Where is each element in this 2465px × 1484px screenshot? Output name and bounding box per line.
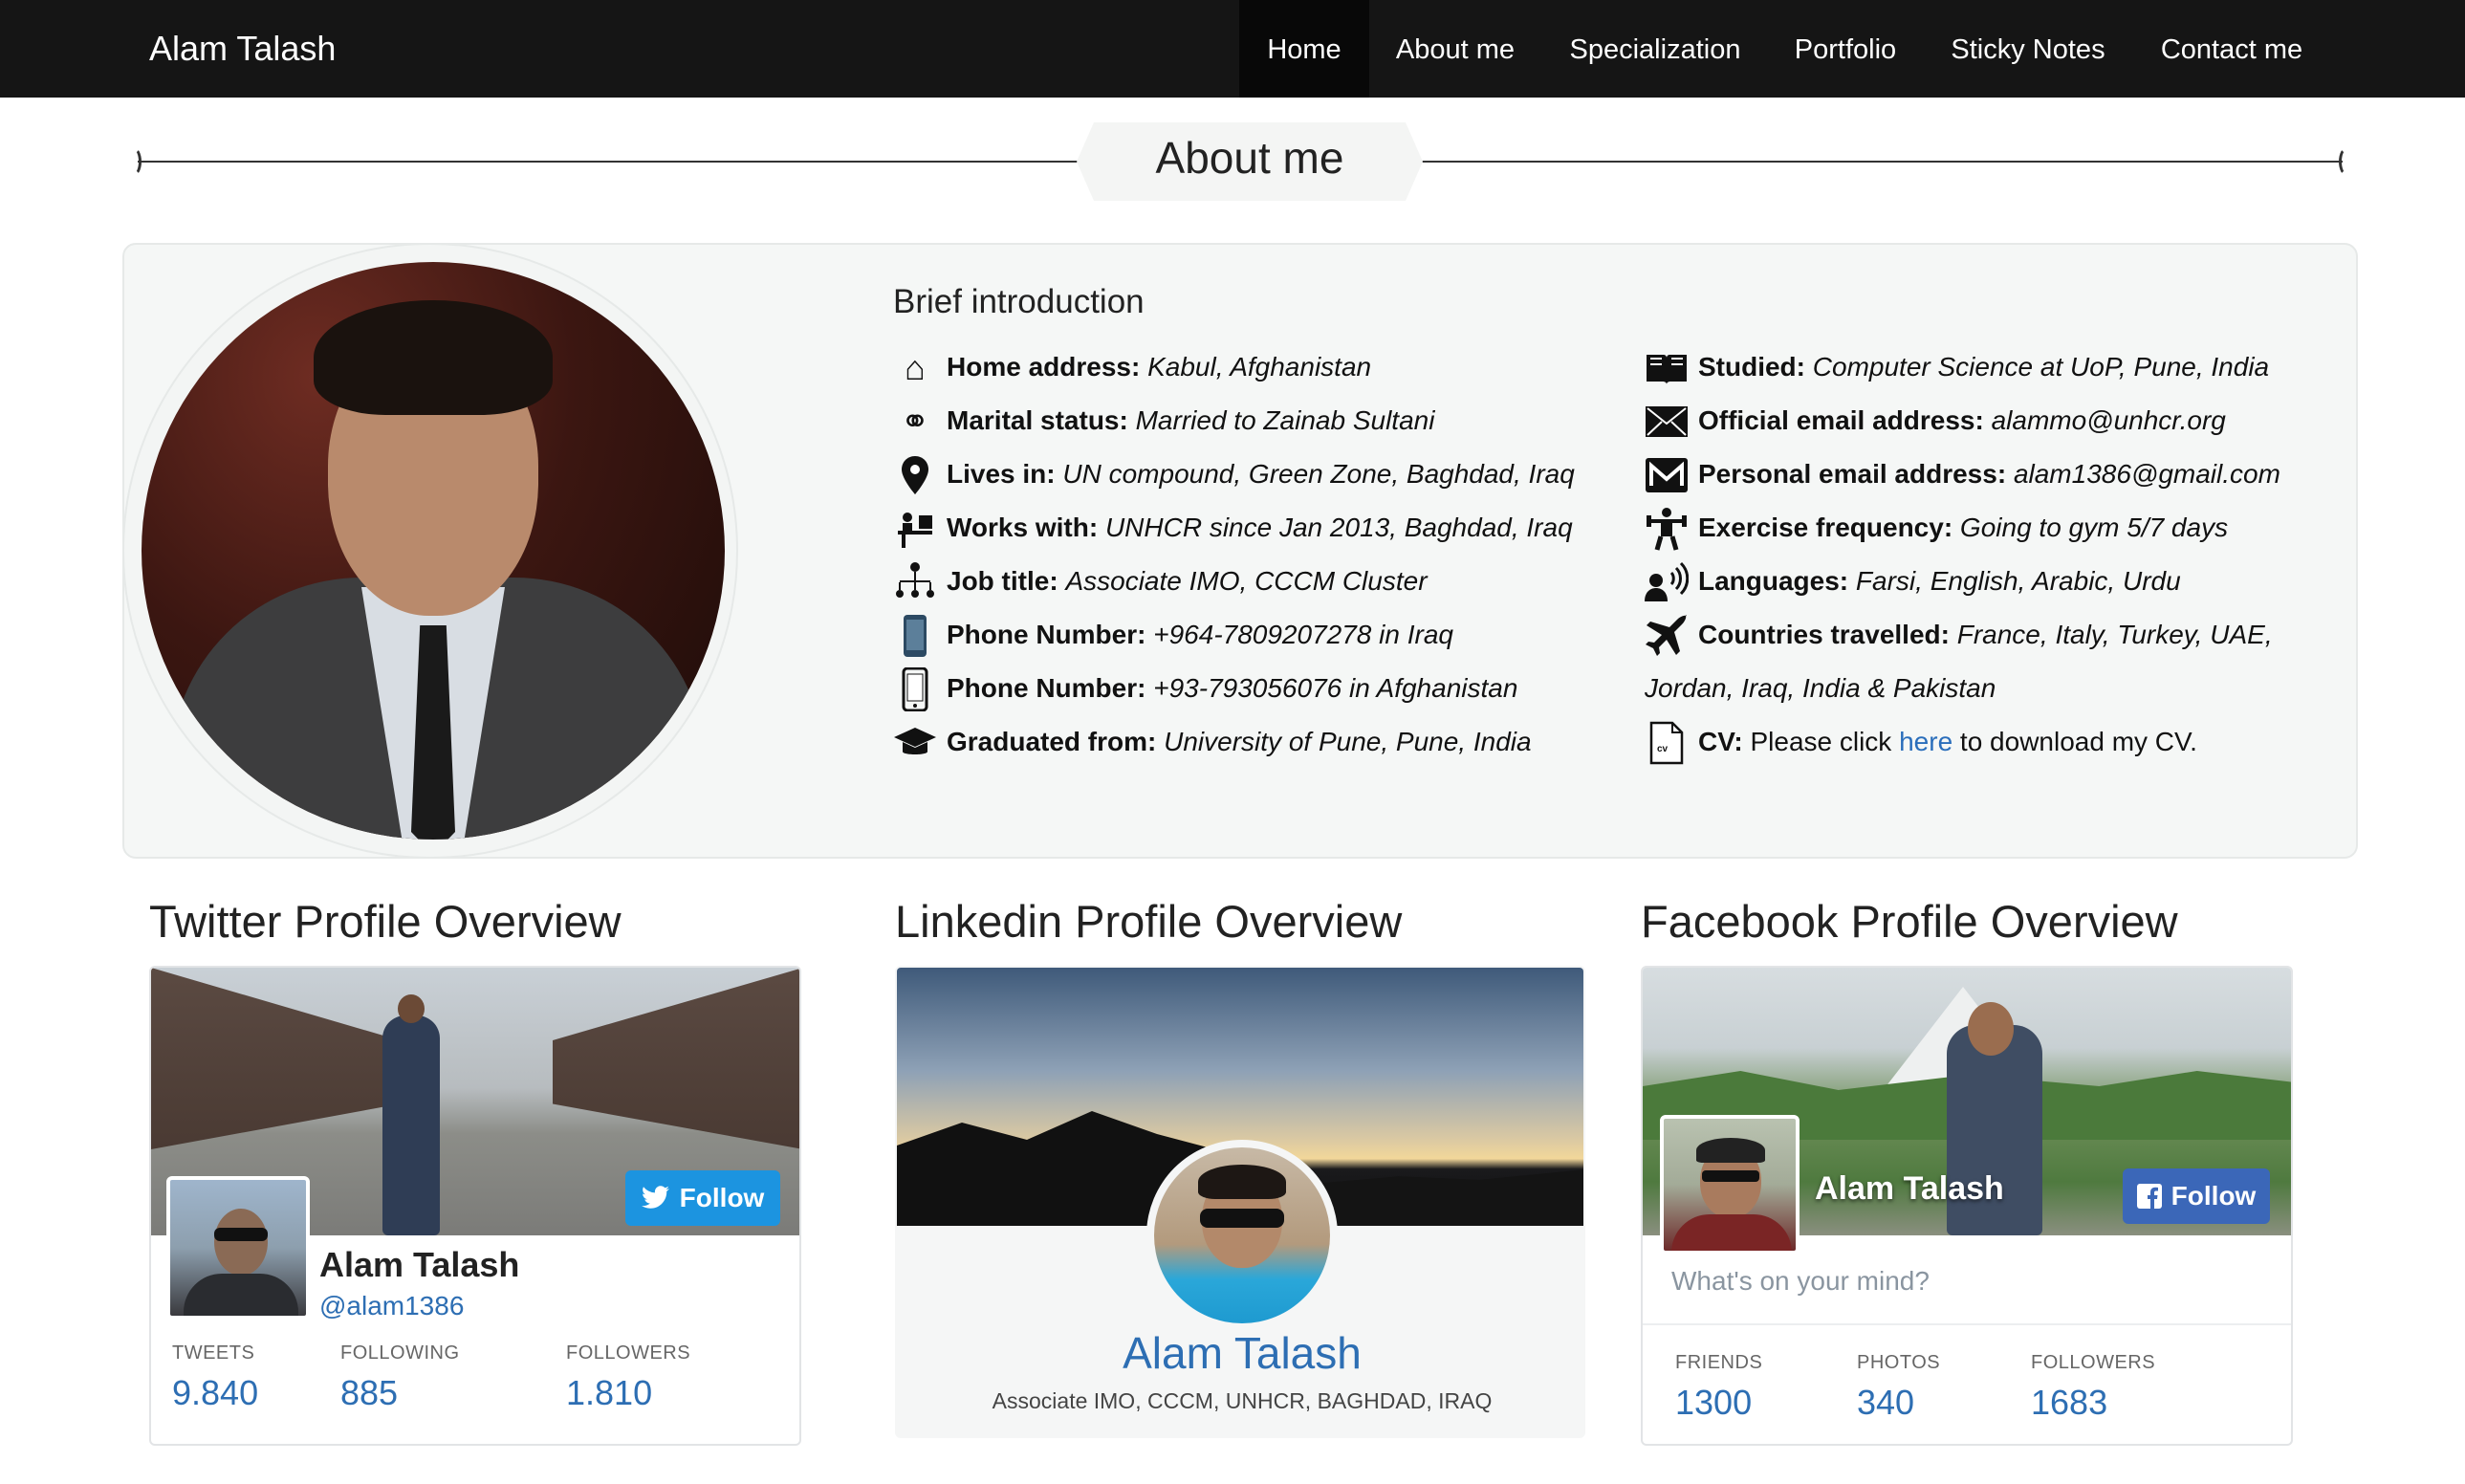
facebook-stat-label: FRIENDS: [1675, 1352, 1763, 1373]
mobile-icon: [893, 667, 937, 711]
cv-icon: cv: [1645, 721, 1689, 765]
facebook-follow-button[interactable]: Follow: [2123, 1168, 2270, 1224]
info-personal-email: Personal email address: alam1386@gmail.c…: [1698, 459, 2280, 489]
info-job-title: Job title: Associate IMO, CCCM Cluster: [947, 566, 1428, 596]
info-official-email: Official email address: alammo@unhcr.org: [1698, 405, 2226, 435]
info-graduated-from: Graduated from: University of Pune, Pune…: [947, 727, 1532, 756]
facebook-avatar[interactable]: [1660, 1115, 1800, 1255]
nav-portfolio[interactable]: Portfolio: [1778, 0, 1912, 98]
info-lives-in: Lives in: UN compound, Green Zone, Baghd…: [947, 459, 1575, 489]
divider-cap-right: [2339, 147, 2354, 176]
info-studied: Studied: Computer Science at UoP, Pune, …: [1698, 352, 2270, 382]
map-pin-icon: [893, 453, 937, 497]
facebook-stat-label: FOLLOWERS: [2031, 1352, 2156, 1373]
facebook-stat-value[interactable]: 1300: [1675, 1383, 1752, 1423]
linkedin-card: Alam Talash Associate IMO, CCCM, UNHCR, …: [895, 966, 1585, 1438]
brief-introduction-heading: Brief introduction: [893, 283, 1145, 320]
org-chart-icon: [893, 560, 937, 604]
divider-line-right: [1417, 161, 2343, 163]
office-worker-icon: [893, 507, 937, 551]
info-marital-status: Marital status: Married to Zainab Sultan…: [947, 405, 1435, 435]
nav-home[interactable]: Home: [1239, 0, 1369, 98]
brand-link[interactable]: Alam Talash: [149, 29, 336, 69]
info-countries-travelled-line2: Jordan, Iraq, India & Pakistan: [1645, 673, 1996, 703]
cv-download-link[interactable]: here: [1899, 727, 1952, 756]
airplane-icon: [1645, 614, 1689, 658]
linkedin-name[interactable]: Alam Talash: [897, 1327, 1583, 1379]
gmail-icon: [1645, 453, 1689, 497]
nav-about-me[interactable]: About me: [1379, 0, 1532, 98]
phone-icon: [893, 614, 937, 658]
twitter-stat-value[interactable]: 1.810: [566, 1373, 652, 1413]
nav-contact-me[interactable]: Contact me: [2144, 0, 2320, 98]
facebook-card: Alam Talash Follow What's on your mind? …: [1641, 966, 2293, 1446]
twitter-stat-value[interactable]: 9.840: [172, 1373, 258, 1413]
facebook-status-input[interactable]: What's on your mind?: [1671, 1266, 1930, 1297]
facebook-stat-label: PHOTOS: [1857, 1352, 1941, 1373]
info-phone-iraq: Phone Number: +964-7809207278 in Iraq: [947, 620, 1453, 649]
info-phone-afghanistan: Phone Number: +93-793056076 in Afghanist…: [947, 673, 1518, 703]
info-exercise-frequency: Exercise frequency: Going to gym 5/7 day…: [1698, 513, 2229, 542]
book-icon: [1645, 346, 1689, 390]
info-countries-travelled: Countries travelled: France, Italy, Turk…: [1698, 620, 2273, 649]
facebook-stat-value[interactable]: 340: [1857, 1383, 1914, 1423]
info-home-address: Home address: Kabul, Afghanistan: [947, 352, 1372, 382]
twitter-avatar[interactable]: [166, 1176, 310, 1320]
svg-text:cv: cv: [1657, 744, 1669, 754]
divider-line-left: [138, 161, 1084, 163]
speaking-icon: [1645, 560, 1689, 604]
nav-specialization[interactable]: Specialization: [1555, 0, 1756, 98]
profile-photo: [142, 262, 725, 840]
facebook-name[interactable]: Alam Talash: [1815, 1170, 2004, 1208]
graduation-cap-icon: [893, 721, 937, 765]
exercise-icon: [1645, 507, 1689, 551]
divider-cap-left: [126, 147, 142, 176]
twitter-stat-label: TWEETS: [172, 1342, 255, 1364]
twitter-stat-label: FOLLOWING: [340, 1342, 460, 1364]
facebook-heading: Facebook Profile Overview: [1641, 896, 2178, 947]
facebook-stat-value[interactable]: 1683: [2031, 1383, 2107, 1423]
linkedin-avatar[interactable]: [1154, 1147, 1330, 1323]
twitter-stat-label: FOLLOWERS: [566, 1342, 691, 1364]
twitter-heading: Twitter Profile Overview: [149, 896, 622, 947]
twitter-card: Follow Alam Talash @alam1386 TWEETS 9.84…: [149, 966, 801, 1446]
linkedin-heading: Linkedin Profile Overview: [895, 896, 1403, 947]
home-icon: ⌂: [905, 348, 926, 387]
top-navbar: Alam Talash Home About me Specialization…: [0, 0, 2465, 98]
envelope-icon: [1645, 400, 1689, 444]
info-cv: CV: Please click here to download my CV.: [1698, 727, 2197, 756]
twitter-follow-button[interactable]: Follow: [625, 1170, 780, 1226]
facebook-divider: [1643, 1323, 2291, 1325]
twitter-stat-value[interactable]: 885: [340, 1373, 398, 1413]
twitter-handle[interactable]: @alam1386: [319, 1291, 464, 1321]
facebook-f-icon: [2136, 1184, 2162, 1209]
section-title: About me: [1155, 133, 1344, 183]
twitter-bird-icon: [641, 1186, 669, 1209]
linkedin-headline: Associate IMO, CCCM, UNHCR, BAGHDAD, IRA…: [992, 1388, 1493, 1413]
rings-icon: ⚭: [900, 402, 930, 441]
info-languages: Languages: Farsi, English, Arabic, Urdu: [1698, 566, 2181, 596]
twitter-name: Alam Talash: [319, 1245, 520, 1284]
nav-sticky-notes[interactable]: Sticky Notes: [1935, 0, 2121, 98]
info-works-with: Works with: UNHCR since Jan 2013, Baghda…: [947, 513, 1573, 542]
